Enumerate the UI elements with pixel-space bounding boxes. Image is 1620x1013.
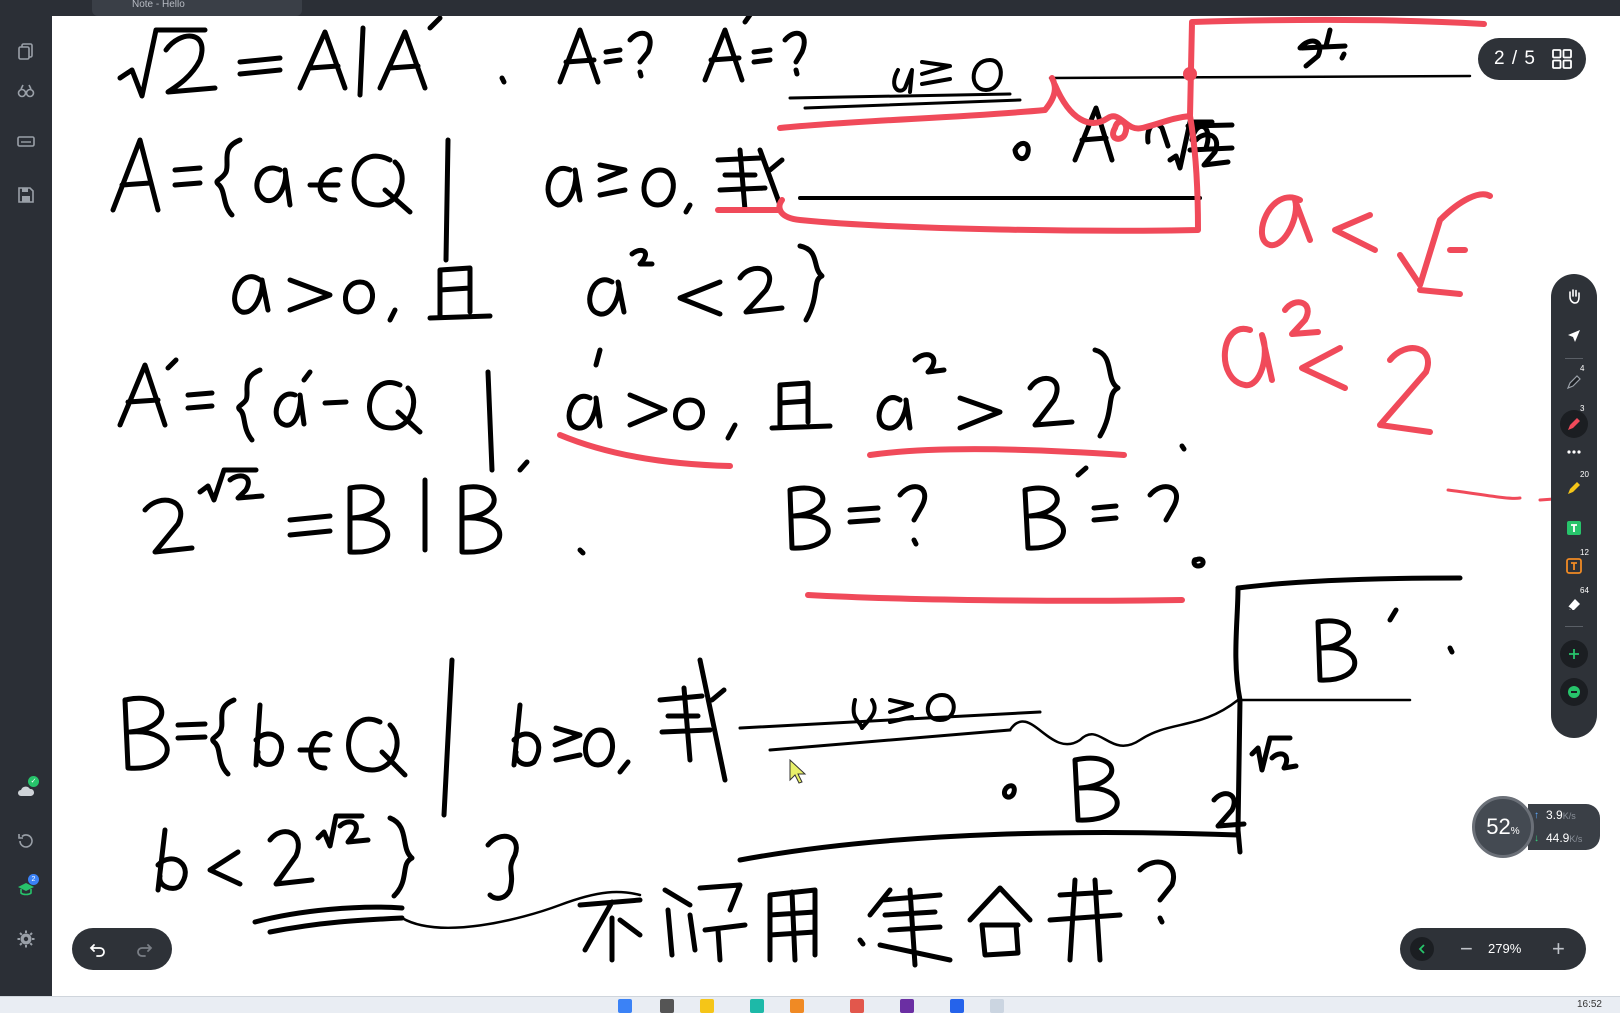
pointer-arrow-icon bbox=[1568, 330, 1580, 342]
upload-speed: 3.9 bbox=[1546, 808, 1563, 822]
zoom-level[interactable]: 279% bbox=[1488, 941, 1521, 956]
ellipsis-icon bbox=[1567, 450, 1581, 454]
save-button[interactable] bbox=[13, 182, 39, 208]
browser-icon[interactable] bbox=[750, 999, 764, 1013]
education-button[interactable]: 2 bbox=[13, 874, 39, 902]
keyboard-button[interactable] bbox=[13, 128, 39, 154]
download-arrow-icon: ↓ bbox=[1534, 833, 1539, 844]
text-style-icon bbox=[1566, 558, 1582, 574]
toolbar-divider bbox=[1565, 626, 1583, 627]
settings-button[interactable] bbox=[13, 926, 39, 952]
network-meter-widget[interactable]: ↑ 3.9K/s ↓ 44.9K/s 52% bbox=[1472, 796, 1600, 858]
ai-assistant-button[interactable] bbox=[1560, 678, 1588, 706]
cloud-sync-button[interactable]: ✓ bbox=[13, 776, 39, 804]
eraser-tool-button[interactable]: 64 bbox=[1562, 586, 1589, 616]
zoom-in-button[interactable]: + bbox=[1552, 936, 1565, 962]
cpu-usage-ring: 52% bbox=[1472, 796, 1534, 858]
page-indicator-label: 2 / 5 bbox=[1494, 48, 1536, 69]
toolbar-divider bbox=[1565, 358, 1583, 359]
page-indicator[interactable]: 2 / 5 bbox=[1478, 38, 1586, 80]
download-speed: 44.9 bbox=[1546, 831, 1570, 845]
plus-icon bbox=[1569, 649, 1579, 659]
pen-icon bbox=[1566, 375, 1581, 390]
red-pen-size-badge: 3 bbox=[1580, 404, 1585, 413]
more-options-button[interactable] bbox=[1562, 440, 1586, 464]
black-ink-strokes bbox=[110, 16, 1472, 968]
network-speeds: ↑ 3.9K/s ↓ 44.9K/s bbox=[1528, 804, 1600, 850]
download-unit: K/s bbox=[1569, 834, 1583, 844]
history-button[interactable] bbox=[13, 828, 39, 854]
eraser-icon bbox=[1567, 599, 1580, 611]
text-style-button[interactable]: 12 bbox=[1562, 548, 1589, 578]
eraser-size-badge: 64 bbox=[1580, 586, 1589, 595]
cpu-usage-value: 52 bbox=[1486, 814, 1511, 839]
search-icon[interactable] bbox=[660, 999, 674, 1013]
text-size-badge: 12 bbox=[1580, 548, 1589, 557]
select-tool-button[interactable] bbox=[1562, 324, 1586, 348]
red-pen-icon bbox=[1568, 418, 1580, 430]
upload-arrow-icon: ↑ bbox=[1534, 810, 1539, 821]
pages-button[interactable] bbox=[13, 38, 39, 64]
red-pen-tool-button[interactable]: 3 bbox=[1560, 404, 1588, 438]
gear-icon bbox=[17, 930, 35, 948]
education-badge: 2 bbox=[28, 874, 39, 885]
document-tab[interactable]: Note - Hello bbox=[92, 0, 302, 16]
highlighter-tool-button[interactable]: 20 bbox=[1562, 470, 1589, 500]
left-sidebar: ✓ 2 bbox=[0, 16, 52, 996]
file-explorer-icon[interactable] bbox=[700, 999, 714, 1013]
history-icon bbox=[18, 834, 33, 848]
document-tab-title: Note - Hello bbox=[132, 0, 185, 10]
note-canvas[interactable] bbox=[52, 16, 1620, 996]
pen-size-badge: 4 bbox=[1580, 364, 1585, 373]
start-icon[interactable] bbox=[618, 999, 632, 1013]
zoom-control: − 279% + bbox=[1400, 928, 1586, 970]
note-app-icon[interactable] bbox=[990, 999, 1004, 1013]
hand-icon bbox=[1569, 289, 1580, 304]
chevron-left-icon bbox=[1418, 944, 1425, 954]
text-box-icon bbox=[1567, 521, 1581, 535]
find-button[interactable] bbox=[13, 78, 39, 104]
app-icon[interactable] bbox=[850, 999, 864, 1013]
redo-icon[interactable] bbox=[134, 939, 154, 959]
binoculars-icon bbox=[17, 84, 35, 98]
floppy-disk-icon bbox=[18, 187, 34, 203]
undo-icon[interactable] bbox=[88, 939, 108, 959]
grid-view-icon[interactable] bbox=[1552, 49, 1572, 69]
taskbar-clock: 16:52 bbox=[1576, 999, 1602, 1010]
text-tool-button[interactable] bbox=[1562, 516, 1586, 540]
app-icon[interactable] bbox=[950, 999, 964, 1013]
drawing-toolbar: 4 3 20 12 64 bbox=[1551, 274, 1597, 738]
hand-tool-button[interactable] bbox=[1562, 284, 1586, 308]
pen-tool-button[interactable]: 4 bbox=[1562, 364, 1586, 394]
highlighter-size-badge: 20 bbox=[1580, 470, 1589, 479]
zoom-out-button[interactable]: − bbox=[1460, 936, 1473, 962]
app-icon[interactable] bbox=[900, 999, 914, 1013]
highlighter-icon bbox=[1568, 482, 1580, 494]
folder-icon[interactable] bbox=[790, 999, 804, 1013]
assistant-icon bbox=[1568, 686, 1580, 698]
collapse-button[interactable] bbox=[1410, 937, 1434, 961]
add-button[interactable] bbox=[1560, 640, 1588, 668]
os-taskbar: 16:52 bbox=[0, 996, 1620, 1013]
cloud-status-badge: ✓ bbox=[28, 776, 39, 787]
keyboard-icon bbox=[17, 136, 35, 147]
window-title-bar: Note - Hello bbox=[0, 0, 1620, 16]
pages-icon bbox=[18, 43, 33, 60]
undo-redo-control bbox=[72, 928, 172, 970]
upload-unit: K/s bbox=[1562, 811, 1576, 821]
mouse-cursor bbox=[789, 758, 807, 784]
handwriting-ink bbox=[110, 16, 1570, 968]
cpu-percent-sign: % bbox=[1510, 825, 1520, 837]
